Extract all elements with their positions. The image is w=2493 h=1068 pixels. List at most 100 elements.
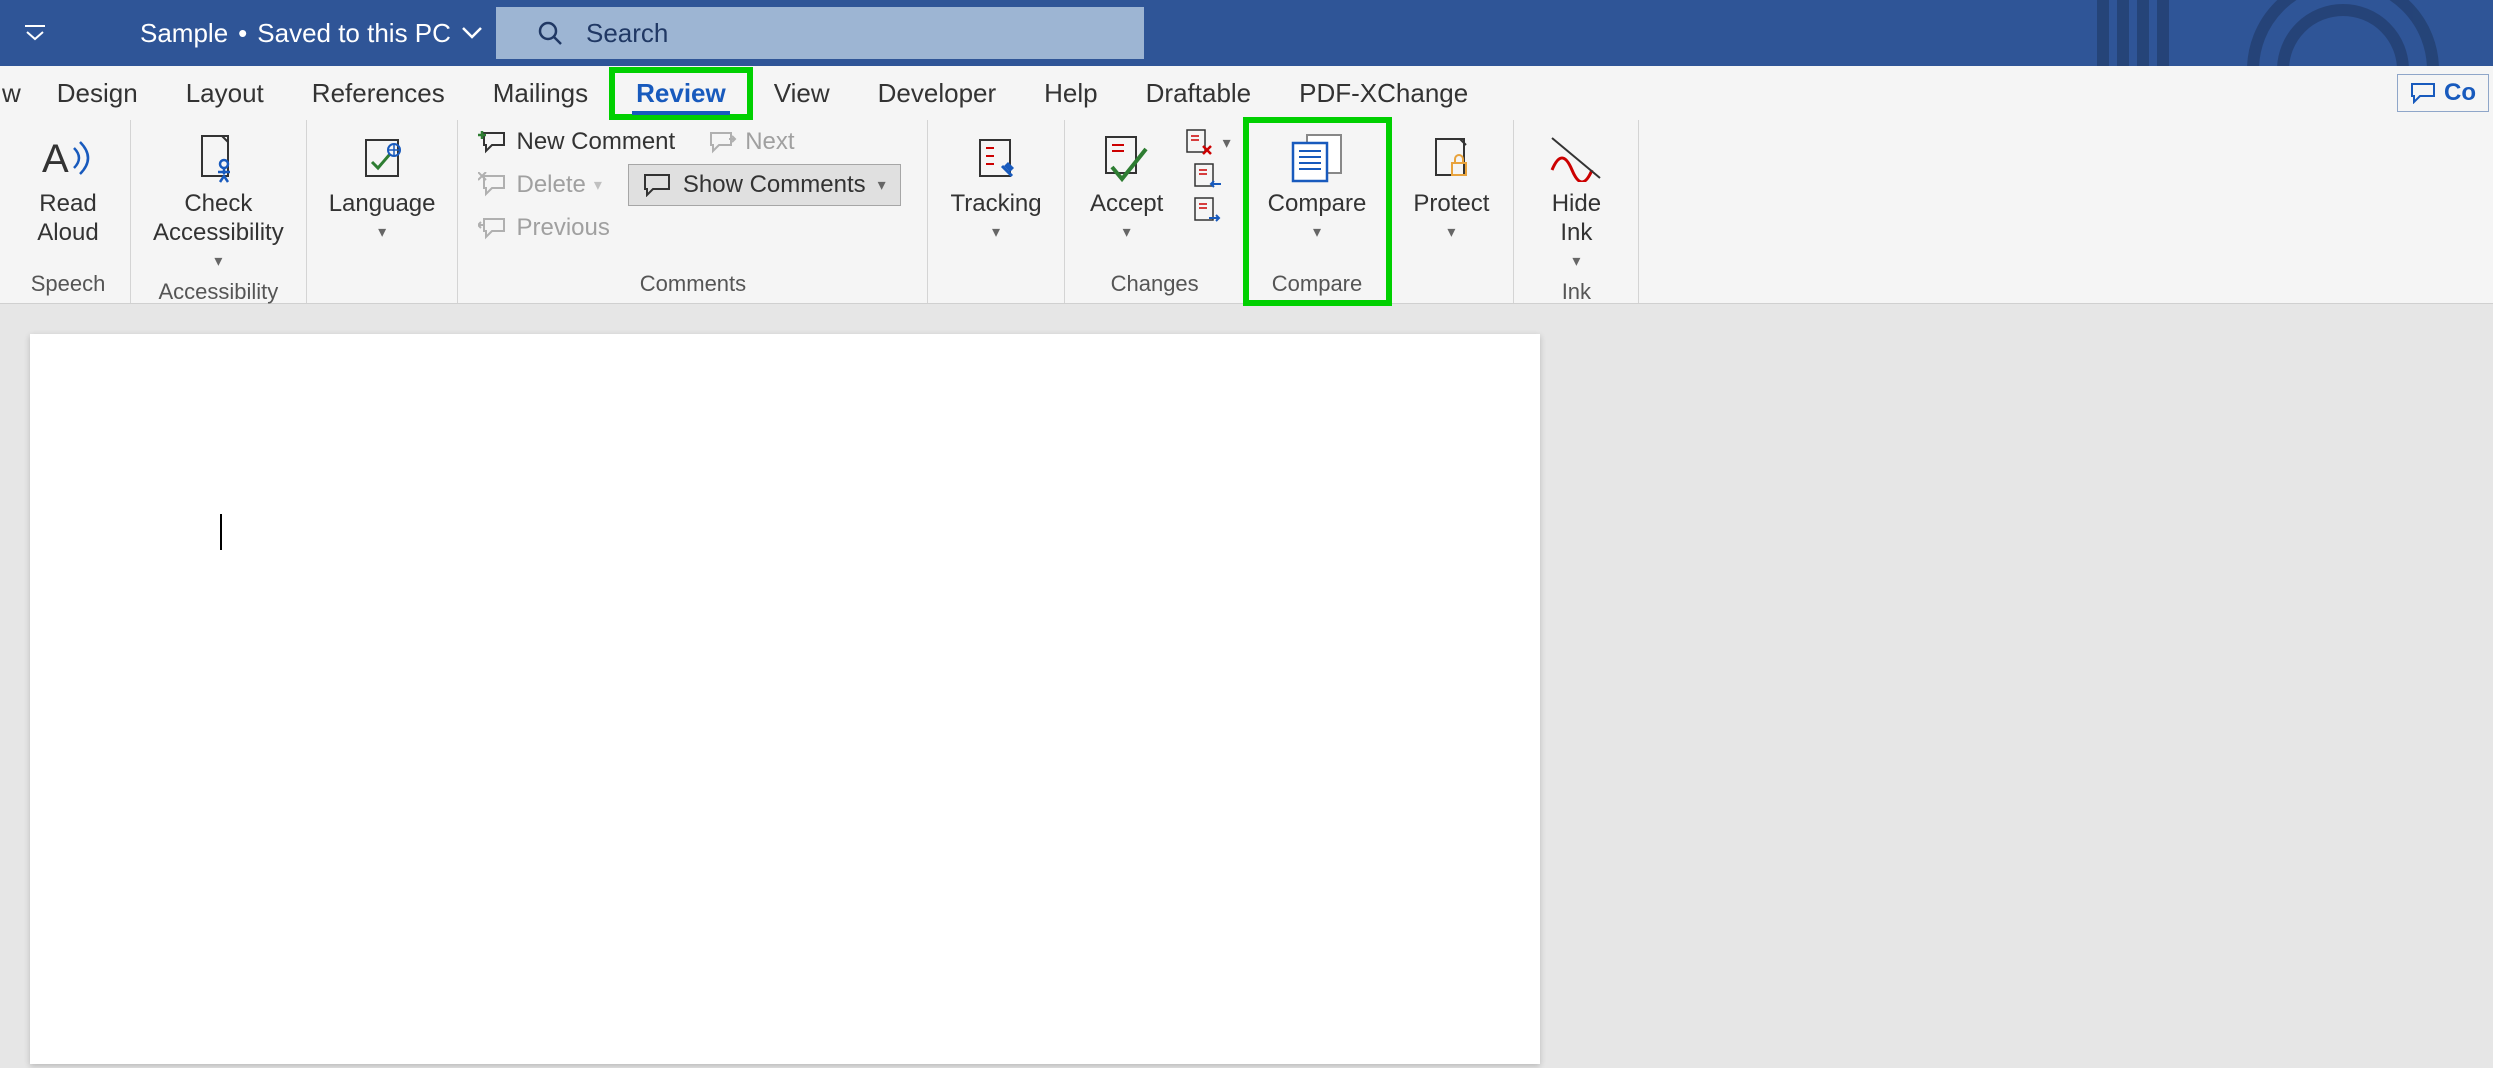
save-status: Saved to this PC (257, 18, 451, 49)
group-speech-label: Speech (20, 267, 116, 303)
next-comment-icon (707, 129, 737, 155)
group-language-label (321, 267, 444, 303)
language-icon (356, 130, 408, 186)
new-comment-label: New Comment (516, 128, 675, 156)
title-separator: • (238, 18, 247, 49)
tab-design[interactable]: Design (33, 70, 162, 117)
previous-comment-label: Previous (516, 214, 609, 242)
chevron-down-icon: ▾ (1123, 223, 1131, 242)
read-aloud-label: Read Aloud (37, 190, 98, 248)
protect-icon (1428, 130, 1474, 186)
group-protect-label (1403, 267, 1499, 303)
tab-partial-left[interactable]: w (0, 70, 33, 117)
language-label: Language (329, 190, 436, 219)
tab-view[interactable]: View (750, 70, 854, 117)
ink-icon (1548, 130, 1604, 186)
chevron-down-icon: ▾ (1447, 223, 1455, 242)
group-changes: Accept ▾ ▾ Changes (1065, 120, 1246, 303)
group-accessibility: Check Accessibility ▾ Accessibility (131, 120, 307, 303)
tracking-icon (972, 130, 1020, 186)
next-change-icon (1193, 196, 1223, 226)
show-comments-button[interactable]: Show Comments ▾ (628, 164, 901, 206)
compare-label: Compare (1268, 190, 1367, 219)
comment-icon (643, 173, 671, 197)
group-ink: Hide Ink ▾ Ink (1514, 120, 1639, 303)
tab-pdf-xchange[interactable]: PDF-XChange (1275, 70, 1492, 117)
titlebar-decoration (2093, 0, 2493, 66)
chevron-down-icon: ▾ (1313, 223, 1321, 242)
group-changes-label: Changes (1079, 267, 1231, 303)
delete-comment-button: Delete ▾ (472, 169, 607, 201)
delete-comment-label: Delete (516, 171, 585, 199)
ribbon-edge (1639, 120, 1643, 303)
comment-icon (2410, 82, 2436, 104)
accept-label: Accept (1090, 190, 1163, 219)
protect-label: Protect (1413, 190, 1489, 219)
chevron-down-icon: ▾ (878, 175, 886, 195)
tab-draftable[interactable]: Draftable (1122, 70, 1276, 117)
group-compare-label: Compare (1260, 267, 1375, 303)
reject-icon (1185, 128, 1215, 158)
group-tracking: Tracking ▾ (928, 120, 1064, 303)
tab-references[interactable]: References (288, 70, 469, 117)
new-comment-icon (478, 129, 508, 155)
next-comment-label: Next (745, 128, 794, 156)
chevron-down-icon: ▾ (1223, 133, 1231, 153)
new-comment-button[interactable]: New Comment (472, 126, 681, 158)
group-ink-label: Ink (1528, 275, 1624, 311)
document-filename: Sample (140, 18, 228, 49)
group-tracking-label (942, 267, 1049, 303)
tab-review[interactable]: Review (612, 70, 750, 117)
document-title-area[interactable]: Sample • Saved to this PC (140, 18, 483, 49)
ribbon: A Read Aloud Speech Check Accessibility … (0, 120, 2493, 304)
ribbon-tabs: w Design Layout References Mailings Revi… (0, 66, 2493, 120)
chevron-down-icon: ▾ (214, 252, 222, 271)
chevron-down-icon: ▾ (1572, 252, 1580, 271)
chevron-down-icon: ▾ (992, 223, 1000, 242)
group-speech: A Read Aloud Speech (0, 120, 131, 303)
next-change-button[interactable] (1193, 196, 1223, 226)
search-box[interactable]: Search (496, 7, 1144, 59)
title-bar: Sample • Saved to this PC Search (0, 0, 2493, 66)
next-comment-button: Next (701, 126, 800, 158)
tab-developer[interactable]: Developer (854, 70, 1021, 117)
group-comments: New Comment Next Delete ▾ Show Comments … (458, 120, 928, 303)
tracking-button[interactable]: Tracking ▾ (942, 126, 1049, 246)
qat-dropdown[interactable] (20, 18, 50, 48)
read-aloud-button[interactable]: A Read Aloud (20, 126, 116, 252)
document-area (0, 304, 2493, 1064)
tab-mailings[interactable]: Mailings (469, 70, 612, 117)
group-accessibility-label: Accessibility (145, 275, 292, 311)
document-page[interactable] (30, 334, 1540, 1064)
hide-ink-button[interactable]: Hide Ink ▾ (1528, 126, 1624, 275)
tab-help[interactable]: Help (1020, 70, 1121, 117)
tab-layout[interactable]: Layout (162, 70, 288, 117)
svg-text:A: A (42, 137, 69, 181)
read-aloud-icon: A (40, 130, 96, 186)
comments-button-partial[interactable]: Co (2397, 74, 2489, 112)
previous-change-button[interactable] (1193, 162, 1223, 192)
group-compare: Compare ▾ Compare (1246, 120, 1390, 303)
previous-comment-button: Previous (472, 212, 615, 244)
hide-ink-label: Hide Ink (1552, 190, 1601, 248)
group-comments-label: Comments (472, 267, 913, 303)
text-cursor (220, 514, 222, 550)
previous-comment-icon (478, 215, 508, 241)
compare-icon (1287, 130, 1347, 186)
show-comments-label: Show Comments (683, 171, 866, 199)
accept-button[interactable]: Accept ▾ (1079, 126, 1175, 246)
language-button[interactable]: Language ▾ (321, 126, 444, 246)
compare-button[interactable]: Compare ▾ (1260, 126, 1375, 246)
previous-change-icon (1193, 162, 1223, 192)
protect-button[interactable]: Protect ▾ (1403, 126, 1499, 246)
chevron-down-icon: ▾ (378, 223, 386, 242)
search-icon (536, 19, 564, 47)
accept-icon (1100, 130, 1154, 186)
tracking-label: Tracking (950, 190, 1041, 219)
delete-comment-icon (478, 172, 508, 198)
chevron-down-icon (461, 26, 483, 40)
check-accessibility-label: Check Accessibility (153, 190, 284, 248)
accessibility-icon (192, 130, 244, 186)
check-accessibility-button[interactable]: Check Accessibility ▾ (145, 126, 292, 275)
reject-button[interactable]: ▾ (1185, 128, 1231, 158)
